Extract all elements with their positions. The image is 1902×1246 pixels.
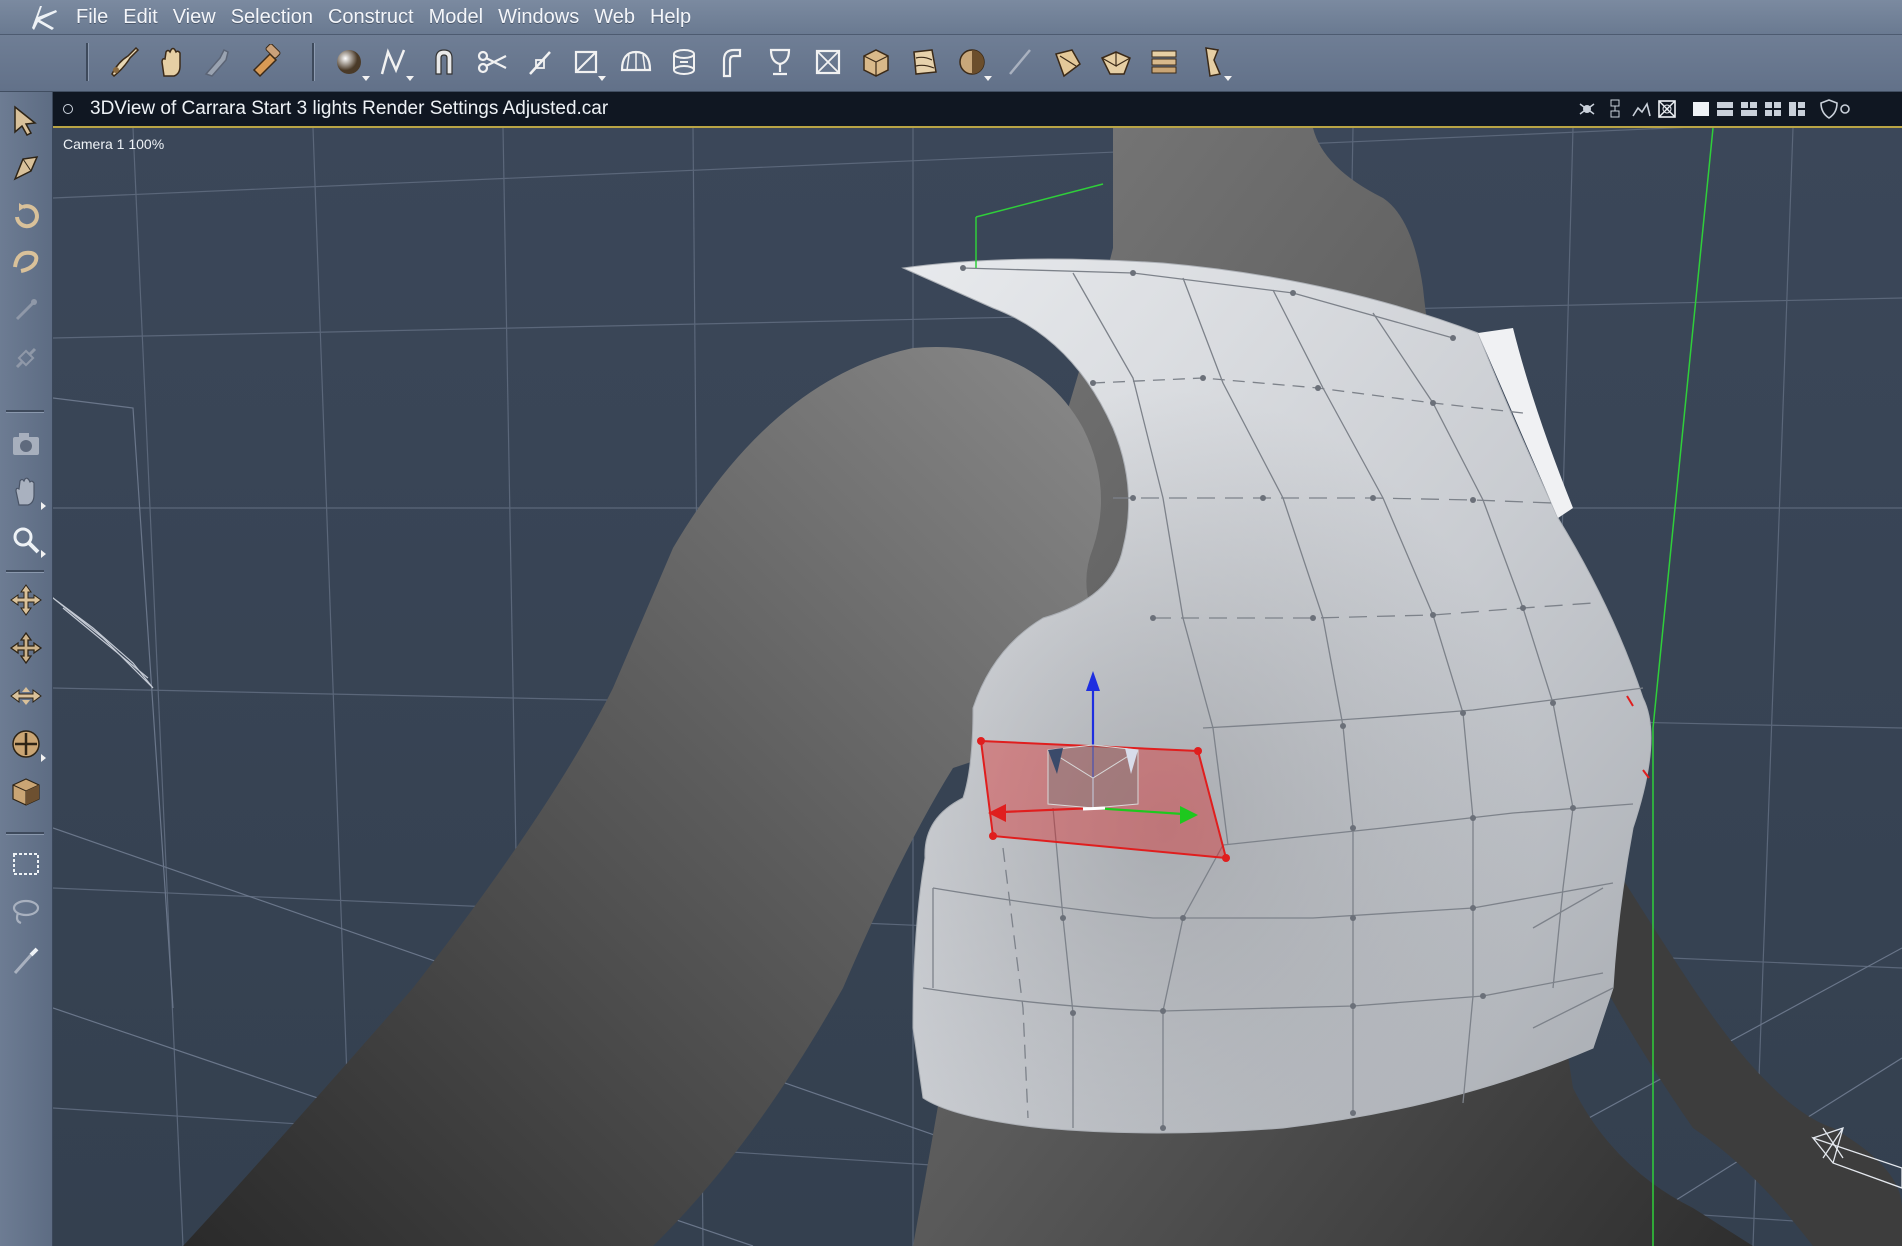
overflow-icon[interactable] [1840, 98, 1862, 120]
paint-brush-icon[interactable] [6, 940, 46, 980]
needle-icon[interactable] [1000, 42, 1040, 82]
marquee-select-icon[interactable] [6, 844, 46, 884]
rotate-arrow-icon[interactable] [6, 148, 46, 188]
tool-separator [6, 832, 44, 835]
link-icon[interactable] [6, 338, 46, 378]
four-view-icon[interactable] [1762, 98, 1784, 120]
extrude-icon[interactable] [664, 42, 704, 82]
main-menu: File Edit View Selection Construct Model… [76, 0, 706, 34]
two-view-icon[interactable] [1714, 98, 1736, 120]
toolbar-separator [312, 43, 315, 81]
pan-hand-icon[interactable] [152, 42, 192, 82]
menu-help[interactable]: Help [650, 0, 703, 34]
menu-view[interactable]: View [173, 0, 228, 34]
move-icon[interactable] [6, 580, 46, 620]
pin-icon[interactable] [6, 290, 46, 330]
sphere-primitive-icon[interactable] [330, 42, 370, 82]
move-plane-icon[interactable] [6, 676, 46, 716]
tool-separator [6, 570, 44, 573]
custom-view-icon[interactable] [1786, 98, 1808, 120]
menu-web[interactable]: Web [594, 0, 647, 34]
view-tools [1572, 92, 1902, 126]
carrara-logo-icon[interactable] [26, 2, 60, 32]
select-arrow-icon[interactable] [6, 100, 46, 140]
3d-viewport[interactable]: Camera 1 100% [53, 128, 1902, 1246]
textured-box-icon[interactable] [856, 42, 896, 82]
submenu-arrow-icon [406, 76, 414, 81]
modeling-toolbar [0, 35, 1902, 92]
hand-pan-icon[interactable] [6, 472, 46, 512]
three-view-icon[interactable] [1738, 98, 1760, 120]
bend-icon[interactable] [712, 42, 752, 82]
render-area-icon[interactable] [1656, 98, 1678, 120]
spline-curve-icon[interactable] [374, 42, 414, 82]
tool-palette [0, 92, 53, 1246]
submenu-arrow-icon [1224, 76, 1232, 81]
submenu-arrow-icon [41, 754, 46, 762]
sphere-shaded-icon[interactable] [952, 42, 992, 82]
submenu-arrow-icon [362, 76, 370, 81]
submenu-arrow-icon [41, 550, 46, 558]
arm-grab-icon[interactable] [198, 42, 238, 82]
view-tree-icon[interactable] [1604, 98, 1626, 120]
camera-walk-icon[interactable] [1576, 98, 1598, 120]
view-title: 3DView of Carrara Start 3 lights Render … [90, 98, 609, 119]
submenu-arrow-icon [41, 502, 46, 510]
stack-icon[interactable] [1144, 42, 1184, 82]
spline-brush-icon[interactable] [104, 42, 144, 82]
menu-bar: File Edit View Selection Construct Model… [0, 0, 1902, 35]
twist-icon[interactable] [6, 242, 46, 282]
zoom-icon[interactable] [6, 520, 46, 560]
menu-windows[interactable]: Windows [498, 0, 591, 34]
submenu-arrow-icon [598, 76, 606, 81]
twist-box-icon[interactable] [904, 42, 944, 82]
view-header: 3DView of Carrara Start 3 lights Render … [53, 92, 1902, 128]
lasso-select-icon[interactable] [6, 892, 46, 932]
box-shade-icon[interactable] [6, 772, 46, 812]
menu-model[interactable]: Model [429, 0, 495, 34]
menu-file[interactable]: File [76, 0, 120, 34]
camera-icon[interactable] [6, 424, 46, 464]
bounding-box-icon[interactable] [566, 42, 606, 82]
menu-selection[interactable]: Selection [231, 0, 325, 34]
single-view-icon[interactable] [1690, 98, 1712, 120]
crossed-box-icon[interactable] [808, 42, 848, 82]
shield-icon[interactable] [1818, 98, 1840, 120]
camera-label[interactable]: Camera 1 100% [63, 136, 164, 152]
goblet-icon[interactable] [760, 42, 800, 82]
half-dome-icon[interactable] [616, 42, 656, 82]
magnet-icon[interactable] [424, 42, 464, 82]
knife-icon[interactable] [520, 42, 560, 82]
fold-box-icon[interactable] [1096, 42, 1136, 82]
move-all-icon[interactable] [6, 628, 46, 668]
figure-icon[interactable] [1630, 98, 1652, 120]
tool-separator [6, 410, 44, 413]
hammer-icon[interactable] [246, 42, 286, 82]
scene-render [53, 128, 1902, 1246]
menu-construct[interactable]: Construct [328, 0, 426, 34]
menu-edit[interactable]: Edit [123, 0, 169, 34]
lathe-figure-icon[interactable] [1192, 42, 1232, 82]
scissors-icon[interactable] [472, 42, 512, 82]
scale-icon[interactable] [6, 724, 46, 764]
toolbar-separator [86, 43, 89, 81]
orbit-icon[interactable] [6, 196, 46, 236]
view-menu-dot-icon[interactable] [63, 104, 73, 114]
rope-deform-icon[interactable] [1048, 42, 1088, 82]
submenu-arrow-icon [984, 76, 992, 81]
